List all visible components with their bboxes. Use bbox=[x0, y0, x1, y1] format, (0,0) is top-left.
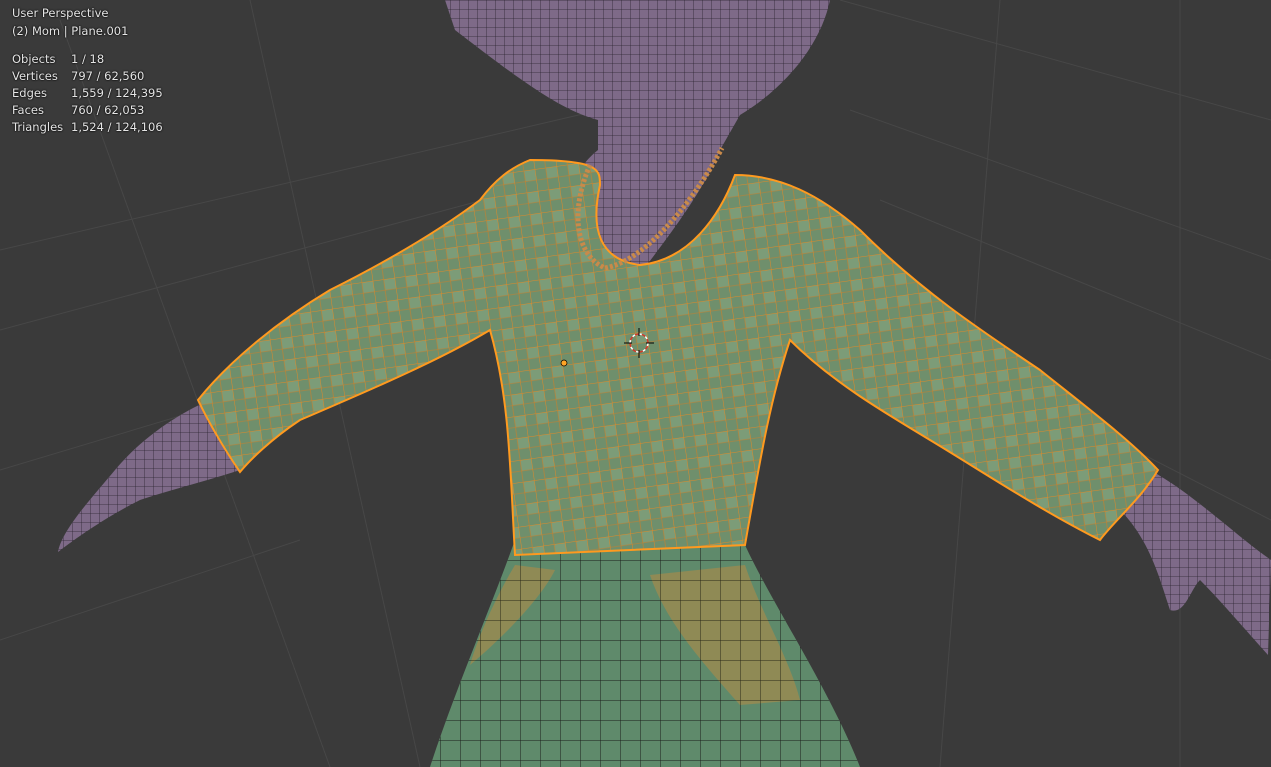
stat-row-triangles: Triangles 1,524 / 124,106 bbox=[12, 119, 163, 136]
stat-row-faces: Faces 760 / 62,053 bbox=[12, 102, 163, 119]
stat-label: Triangles bbox=[12, 120, 64, 134]
stat-label: Objects bbox=[12, 52, 56, 66]
stat-value: 1 / 18 bbox=[71, 52, 105, 66]
stat-value: 1,559 / 124,395 bbox=[71, 86, 163, 100]
stat-label: Vertices bbox=[12, 69, 58, 83]
viewport-scene bbox=[0, 0, 1271, 767]
stat-label: Edges bbox=[12, 86, 47, 100]
3d-viewport[interactable]: User Perspective (2) Mom | Plane.001 Obj… bbox=[0, 0, 1271, 767]
stat-value: 797 / 62,560 bbox=[71, 69, 145, 83]
active-object-label: (2) Mom | Plane.001 bbox=[12, 24, 129, 38]
scene-statistics: Objects 1 / 18 Vertices 797 / 62,560 Edg… bbox=[12, 51, 163, 136]
stat-value: 760 / 62,053 bbox=[71, 103, 145, 117]
view-perspective-label: User Perspective bbox=[12, 6, 109, 20]
stat-label: Faces bbox=[12, 103, 44, 117]
object-origin-icon[interactable] bbox=[560, 359, 568, 367]
stat-row-edges: Edges 1,559 / 124,395 bbox=[12, 85, 163, 102]
stat-value: 1,524 / 124,106 bbox=[71, 120, 163, 134]
stat-row-vertices: Vertices 797 / 62,560 bbox=[12, 68, 163, 85]
stat-row-objects: Objects 1 / 18 bbox=[12, 51, 163, 68]
